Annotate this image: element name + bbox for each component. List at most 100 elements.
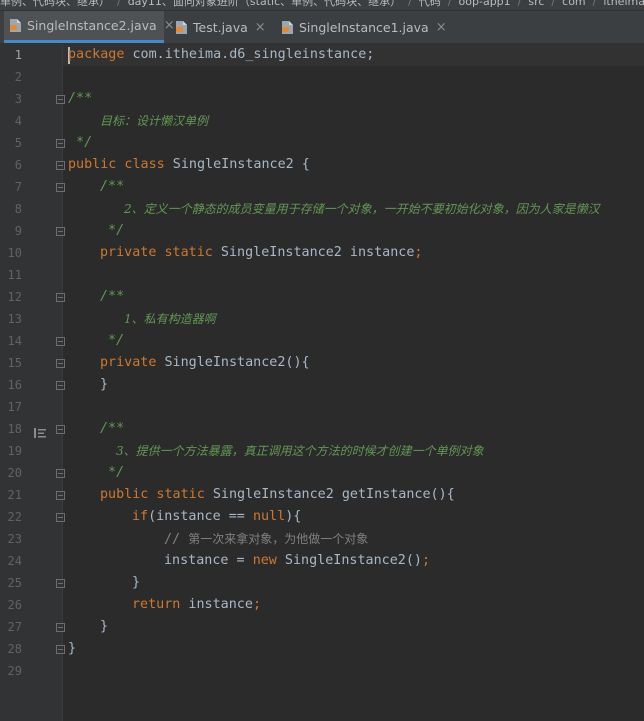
close-icon[interactable]: × (436, 20, 447, 35)
line-number: 3 (14, 92, 22, 106)
tab-test[interactable]: Test.java × (170, 11, 274, 43)
line-number: 14 (7, 334, 22, 348)
semicolon: ; (414, 245, 423, 260)
code-line[interactable]: 2、定义一个静态的成员变量用于存储一个对象，一开始不要初始化对象，因为人家是懒汉 (124, 198, 600, 220)
line-number: 22 (7, 510, 22, 524)
tab-singleinstance1[interactable]: SingleInstance1.java × (276, 11, 447, 43)
keyword: public static (100, 487, 205, 502)
keyword: private static (100, 245, 213, 260)
keyword: new (252, 553, 277, 568)
code-line[interactable]: /** (100, 418, 124, 440)
line-number: 19 (7, 444, 22, 458)
code-line[interactable]: instance = new SingleInstance2(); (164, 550, 430, 572)
breadcrumb-item[interactable]: src (528, 0, 544, 8)
code-line[interactable]: } (68, 638, 76, 660)
code-line[interactable]: */ (68, 132, 92, 154)
code-line[interactable]: 目标：设计懒汉单例 (100, 110, 208, 132)
fold-end-icon[interactable] (56, 139, 65, 148)
code-line[interactable]: */ (100, 462, 124, 484)
close-icon[interactable]: × (255, 20, 266, 35)
fold-collapse-icon[interactable] (56, 491, 65, 500)
line-comment: // (164, 532, 189, 547)
keyword: return (132, 597, 181, 612)
code-text: instance (180, 597, 253, 612)
fold-collapse-icon[interactable] (56, 183, 65, 192)
code-line[interactable]: package com.itheima.d6_singleinstance; (68, 44, 374, 66)
code-text: SingleInstance2() (276, 553, 422, 568)
line-number: 15 (7, 356, 22, 370)
code-line[interactable]: private SingleInstance2(){ (100, 352, 310, 374)
code-line[interactable]: public static SingleInstance2 getInstanc… (100, 484, 455, 506)
java-file-icon (282, 20, 293, 34)
fold-collapse-icon[interactable] (56, 425, 65, 434)
breadcrumb-item[interactable]: 代码 (419, 0, 441, 8)
code-line[interactable]: 1、私有构造器啊 (124, 308, 216, 330)
breadcrumb-item[interactable]: 单例、代码块、继承） (0, 0, 110, 8)
doc-render-icon[interactable] (34, 424, 46, 438)
doc-comment: /** (100, 289, 125, 304)
doc-comment: */ (100, 465, 125, 480)
line-number: 2 (14, 70, 22, 84)
fold-collapse-icon[interactable] (56, 95, 65, 104)
breadcrumb-item[interactable]: itheima (603, 0, 644, 8)
line-number: 9 (14, 224, 22, 238)
line-number: 7 (14, 180, 22, 194)
doc-comment: /** (100, 179, 125, 194)
code-line[interactable]: } (132, 572, 140, 594)
doc-comment: */ (100, 333, 125, 348)
keyword: null (252, 509, 286, 524)
code-line[interactable]: /** (68, 88, 92, 110)
line-number-gutter[interactable]: 1 2 3 4 5 6 7 8 9 10 11 12 13 14 15 16 1… (0, 44, 65, 721)
line-number: 20 (7, 466, 22, 480)
fold-collapse-icon[interactable] (56, 359, 65, 368)
breadcrumb-item[interactable]: day11、面向对象进阶（static、单例、代码块、继承） (128, 0, 401, 8)
code-text: } (100, 619, 109, 634)
fold-end-icon[interactable] (56, 469, 65, 478)
fold-end-icon[interactable] (56, 645, 65, 654)
code-line[interactable]: /** (100, 286, 124, 308)
fold-collapse-icon[interactable] (56, 513, 65, 522)
code-line[interactable]: if(instance == null){ (132, 506, 301, 528)
fold-end-icon[interactable] (56, 623, 65, 632)
doc-comment: /** (68, 91, 93, 106)
line-number: 8 (14, 202, 22, 216)
tab-singleinstance2[interactable]: SingleInstance2.java × (4, 11, 175, 43)
keyword: if (132, 509, 149, 524)
code-text: SingleInstance2 { (164, 157, 310, 172)
doc-comment: 3、提供一个方法暴露，真正调用这个方法的时候才创建一个单例对象 (116, 444, 484, 458)
code-line[interactable]: 3、提供一个方法暴露，真正调用这个方法的时候才创建一个单例对象 (116, 440, 484, 462)
code-line[interactable]: */ (100, 330, 124, 352)
code-line[interactable]: } (100, 616, 108, 638)
doc-comment: 2、定义一个静态的成员变量用于存储一个对象，一开始不要初始化对象，因为人家是懒汉 (124, 202, 600, 216)
code-text: SingleInstance2(){ (156, 355, 310, 370)
line-number: 16 (7, 378, 22, 392)
code-text: SingleInstance2 getInstance(){ (204, 487, 455, 502)
breadcrumb-item[interactable]: com (562, 0, 586, 8)
keyword: public class (68, 157, 165, 172)
code-line[interactable]: /** (100, 176, 124, 198)
fold-collapse-icon[interactable] (56, 293, 65, 302)
editor-tab-bar: SingleInstance2.java × Test.java × Singl… (0, 11, 644, 44)
java-file-icon (10, 19, 21, 32)
code-line[interactable]: private static SingleInstance2 instance; (100, 242, 422, 264)
fold-end-icon[interactable] (56, 227, 65, 236)
line-number: 1 (14, 48, 22, 62)
fold-end-icon[interactable] (56, 381, 65, 390)
code-line[interactable]: public class SingleInstance2 { (68, 154, 310, 176)
line-number: 10 (7, 246, 22, 260)
line-number: 24 (7, 554, 22, 568)
doc-comment: */ (100, 223, 125, 238)
fold-collapse-icon[interactable] (56, 161, 65, 170)
code-line[interactable]: return instance; (132, 594, 261, 616)
code-line[interactable]: } (100, 374, 108, 396)
code-editor[interactable]: 1 2 3 4 5 6 7 8 9 10 11 12 13 14 15 16 1… (0, 44, 644, 721)
fold-end-icon[interactable] (56, 337, 65, 346)
code-text: com.itheima.d6_singleinstance; (124, 47, 375, 62)
line-number: 12 (7, 290, 22, 304)
line-number: 29 (7, 664, 22, 678)
code-line[interactable]: */ (100, 220, 124, 242)
breadcrumb-item[interactable]: oop-app1 (459, 0, 511, 8)
fold-end-icon[interactable] (56, 579, 65, 588)
code-line[interactable]: // 第一次来拿对象，为他做一个对象 (164, 528, 368, 550)
breadcrumb: 单例、代码块、继承） / day11、面向对象进阶（static、单例、代码块、… (0, 0, 644, 11)
